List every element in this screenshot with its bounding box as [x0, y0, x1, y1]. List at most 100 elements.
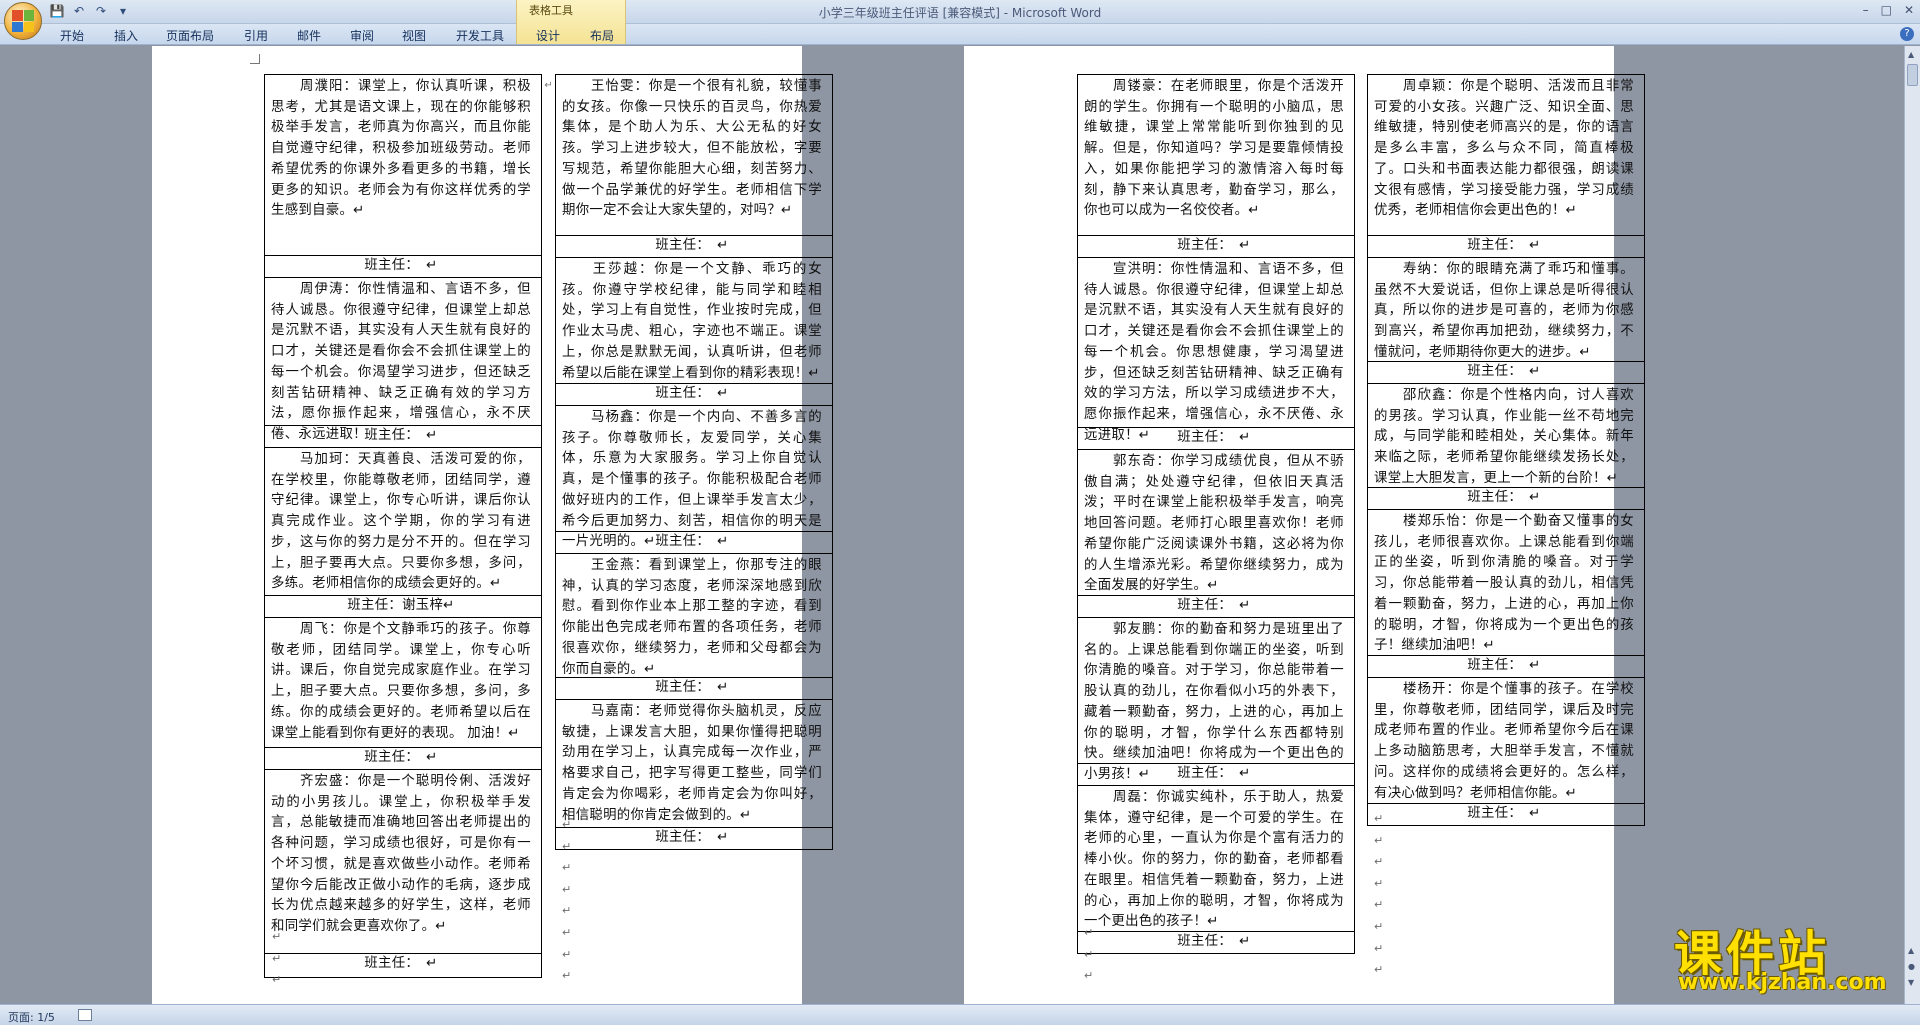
vertical-scrollbar[interactable]: ▲ ▲ ● ▼: [1904, 46, 1920, 1004]
teacher-signature: 班主任： ↵: [1177, 238, 1251, 253]
signature-cell[interactable]: 班主任： ↵: [1367, 656, 1645, 678]
tab-home[interactable]: 开始: [60, 27, 84, 44]
comment-cell[interactable]: 周飞：你是个文静乖巧的孩子。你尊敬老师，团结同学。课堂上，你专心听讲。课后，你自…: [264, 618, 542, 748]
minimize-icon[interactable]: –: [1863, 3, 1869, 17]
comment-cell[interactable]: 楼郑乐怡：你是一个勤奋又懂事的女孩儿，老师很喜欢你。上课总能看到你端正的坐姿，听…: [1367, 510, 1645, 656]
tab-view[interactable]: 视图: [402, 27, 426, 44]
comment-text: 周镂豪：在老师眼里，你是个活泼开朗的学生。你拥有一个聪明的小脑瓜，思维敏捷，课堂…: [1084, 79, 1344, 219]
macro-record-icon[interactable]: [78, 1009, 92, 1021]
signature-cell[interactable]: 班主任： ↵: [1367, 488, 1645, 510]
site-watermark-logo: 课件站 www.kjzhan.com: [1656, 914, 1896, 1004]
signature-cell[interactable]: 班主任： ↵: [264, 426, 542, 448]
ribbon-tab-bar: 开始 插入 页面布局 引用 邮件 审阅 视图 开发工具 设计 布局 ?: [0, 24, 1920, 45]
paragraph-marks: ↵ ↵ ↵: [1084, 926, 1094, 983]
teacher-signature: 班主任： ↵: [364, 428, 438, 443]
signature-cell[interactable]: 班主任： ↵: [555, 236, 833, 258]
teacher-signature: 班主任： ↵: [364, 258, 438, 273]
teacher-signature: 班主任： ↵: [655, 238, 729, 253]
comment-text: 马嘉南：老师觉得你头脑机灵，反应敏捷，上课发言大胆，如果你懂得把聪明劲用在学习上…: [562, 704, 822, 823]
signature-cell[interactable]: 班主任： ↵: [1077, 428, 1355, 450]
tab-review[interactable]: 审阅: [350, 27, 374, 44]
teacher-signature: 班主任： ↵: [1177, 598, 1251, 613]
comment-text: 郭友鹏：你的勤奋和努力是班里出了名的。上课总能看到你端正的坐姿，听到你清脆的嗓音…: [1084, 622, 1344, 782]
signature-cell[interactable]: 班主任： ↵: [1077, 596, 1355, 618]
teacher-signature: 班主任：谢玉梓↵: [347, 598, 455, 613]
comment-cell[interactable]: 周濮阳：课堂上，你认真听课，积极思考，尤其是语文课上，现在的你能够积极举手发言，…: [264, 74, 553, 256]
table-column-left: 周濮阳：课堂上，你认真听课，积极思考，尤其是语文课上，现在的你能够积极举手发言，…: [264, 74, 553, 978]
next-page-icon[interactable]: ▼: [1908, 978, 1914, 987]
signature-cell[interactable]: 班主任： ↵: [555, 532, 833, 554]
comment-cell[interactable]: 周磊：你诚实纯朴，乐于助人，热爱集体，遵守纪律，是一个可爱的学生。在老师的心里，…: [1077, 786, 1355, 932]
tab-table-layout[interactable]: 布局: [590, 27, 614, 44]
signature-cell[interactable]: 班主任： ↵: [555, 384, 833, 406]
margin-corner-mark: [250, 54, 260, 64]
comment-cell[interactable]: 周镂豪：在老师眼里，你是个活泼开朗的学生。你拥有一个聪明的小脑瓜，思维敏捷，课堂…: [1077, 74, 1355, 236]
browse-object-icon[interactable]: ●: [1908, 962, 1915, 971]
comment-text: 周磊：你诚实纯朴，乐于助人，热爱集体，遵守纪律，是一个可爱的学生。在老师的心里，…: [1084, 790, 1344, 930]
signature-cell[interactable]: 班主任： ↵: [1077, 764, 1355, 786]
signature-cell[interactable]: 班主任： ↵: [1367, 804, 1645, 826]
maximize-icon[interactable]: □: [1881, 3, 1892, 17]
page-indicator[interactable]: 页面: 1/5: [8, 1009, 55, 1025]
comment-cell[interactable]: 楼杨开：你是个懂事的孩子。在学校里，你尊敬老师，团结同学，课后及时完成老师布置的…: [1367, 678, 1645, 804]
tab-mailings[interactable]: 邮件: [297, 27, 321, 44]
comment-cell[interactable]: 周卓颖：你是个聪明、活泼而且非常可爱的小女孩。兴趣广泛、知识全面、思维敏捷，特别…: [1367, 74, 1645, 236]
comment-cell[interactable]: 宣洪明：你性情温和、言语不多，但待人诚恳。你很遵守纪律，但课堂上却总是沉默不语，…: [1077, 258, 1355, 443]
tab-insert[interactable]: 插入: [114, 27, 138, 44]
scrollbar-thumb[interactable]: [1907, 64, 1918, 86]
table-column-left: 周镂豪：在老师眼里，你是个活泼开朗的学生。你拥有一个聪明的小脑瓜，思维敏捷，课堂…: [1077, 74, 1355, 954]
signature-cell[interactable]: 班主任： ↵: [1077, 236, 1355, 258]
teacher-signature: 班主任： ↵: [1467, 490, 1541, 505]
help-icon[interactable]: ?: [1900, 27, 1914, 41]
document-page-2[interactable]: 周镂豪：在老师眼里，你是个活泼开朗的学生。你拥有一个聪明的小脑瓜，思维敏捷，课堂…: [964, 46, 1645, 1004]
comment-cell[interactable]: 王莎越：你是一个文静、乖巧的女孩。你遵守学校纪律，能与同学和睦相处，学习上有自觉…: [555, 258, 833, 384]
comment-text: 宣洪明：你性情温和、言语不多，但待人诚恳。你很遵守纪律，但课堂上却总是沉默不语，…: [1084, 262, 1344, 443]
tab-references[interactable]: 引用: [244, 27, 268, 44]
paragraph-marks: ↵ ↵ ↵ ↵ ↵ ↵ ↵ ↵: [562, 818, 572, 983]
tab-developer[interactable]: 开发工具: [456, 27, 504, 44]
comment-text: 马加珂：天真善良、活泼可爱的你，在学校里，你能尊敬老师，团结同学，遵守纪律。课堂…: [271, 452, 531, 592]
tab-page-layout[interactable]: 页面布局: [166, 27, 214, 44]
signature-cell[interactable]: 班主任： ↵: [264, 256, 542, 278]
previous-page-icon[interactable]: ▲: [1908, 946, 1914, 955]
tab-table-design[interactable]: 设计: [536, 27, 560, 44]
comment-text: 齐宏盛：你是一个聪明伶俐、活泼好动的小男孩儿。课堂上，你积极举手发言，总能敏捷而…: [271, 774, 531, 934]
comment-cell[interactable]: 马杨鑫：你是一个内向、不善多言的孩子。你尊敬师长，友爱同学，关心集体，乐意为大家…: [555, 406, 833, 549]
teacher-signature: 班主任： ↵: [364, 956, 438, 971]
teacher-signature: 班主任： ↵: [1177, 430, 1251, 445]
comment-text: 周伊涛：你性情温和、言语不多，但待人诚恳。你很遵守纪律，但课堂上却总是沉默不语，…: [271, 282, 531, 442]
signature-cell[interactable]: 班主任： ↵: [1077, 932, 1355, 954]
comment-cell[interactable]: 马嘉南：老师觉得你头脑机灵，反应敏捷，上课发言大胆，如果你懂得把聪明劲用在学习上…: [555, 700, 833, 828]
signature-cell[interactable]: 班主任： ↵: [555, 828, 833, 850]
signature-cell[interactable]: 班主任：谢玉梓↵: [264, 596, 542, 618]
table-column-right: 王怡雯：你是一个很有礼貌，较懂事的女孩。你像一只快乐的百灵鸟，你热爱集体，是个助…: [555, 74, 833, 850]
teacher-signature: 班主任： ↵: [655, 534, 729, 549]
teacher-signature: 班主任： ↵: [364, 750, 438, 765]
close-icon[interactable]: ✕: [1904, 3, 1914, 17]
paragraph-marks: ↵ ↵ ↵ ↵ ↵ ↵ ↵ ↵: [1374, 812, 1384, 977]
comment-cell[interactable]: 王金燕：看到课堂上，你那专注的眼神，认真的学习态度，老师深深地感到欣慰。看到你作…: [555, 554, 833, 678]
comment-cell[interactable]: 寿纳：你的眼睛充满了乖巧和懂事。虽然不大爱说话，但你上课总是听得很认真，所以你的…: [1367, 258, 1645, 362]
comment-cell[interactable]: 王怡雯：你是一个很有礼貌，较懂事的女孩。你像一只快乐的百灵鸟，你热爱集体，是个助…: [555, 74, 833, 236]
comment-text: 周濮阳：课堂上，你认真听课，积极思考，尤其是语文课上，现在的你能够积极举手发言，…: [271, 79, 531, 219]
status-bar: 页面: 1/5: [0, 1004, 1920, 1025]
scroll-up-icon[interactable]: ▲: [1908, 50, 1914, 59]
comment-text: 邵欣鑫：你是个性格内向，讨人喜欢的男孩。学习认真，作业能一丝不苟地完成，与同学能…: [1374, 388, 1634, 486]
comment-text: 寿纳：你的眼睛充满了乖巧和懂事。虽然不大爱说话，但你上课总是听得很认真，所以你的…: [1374, 262, 1634, 360]
comment-cell[interactable]: 郭东奇：你学习成绩优良，但从不骄傲自满；处处遵守纪律，但依旧天真活泼；平时在课堂…: [1077, 450, 1355, 596]
comment-cell[interactable]: 周伊涛：你性情温和、言语不多，但待人诚恳。你很遵守纪律，但课堂上却总是沉默不语，…: [264, 278, 542, 442]
signature-cell[interactable]: 班主任： ↵: [264, 748, 542, 770]
comment-cell[interactable]: 邵欣鑫：你是个性格内向，讨人喜欢的男孩。学习认真，作业能一丝不苟地完成，与同学能…: [1367, 384, 1645, 488]
comment-cell[interactable]: 郭友鹏：你的勤奋和努力是班里出了名的。上课总能看到你端正的坐姿，听到你清脆的嗓音…: [1077, 618, 1355, 782]
signature-cell[interactable]: 班主任： ↵: [264, 954, 542, 978]
comment-cell[interactable]: 齐宏盛：你是一个聪明伶俐、活泼好动的小男孩儿。课堂上，你积极举手发言，总能敏捷而…: [264, 770, 542, 954]
signature-cell[interactable]: 班主任： ↵: [555, 678, 833, 700]
comment-cell[interactable]: 马加珂：天真善良、活泼可爱的你，在学校里，你能尊敬老师，团结同学，遵守纪律。课堂…: [264, 448, 542, 596]
document-page-1[interactable]: 周濮阳：课堂上，你认真听课，积极思考，尤其是语文课上，现在的你能够积极举手发言，…: [152, 46, 833, 1004]
signature-cell[interactable]: 班主任： ↵: [1367, 362, 1645, 384]
watermark-url: www.kjzhan.com: [1678, 970, 1887, 995]
signature-cell[interactable]: 班主任： ↵: [1367, 236, 1645, 258]
document-workspace[interactable]: 周濮阳：课堂上，你认真听课，积极思考，尤其是语文课上，现在的你能够积极举手发言，…: [0, 46, 1904, 1004]
office-button[interactable]: [4, 2, 42, 40]
office-logo-icon: [12, 10, 34, 32]
